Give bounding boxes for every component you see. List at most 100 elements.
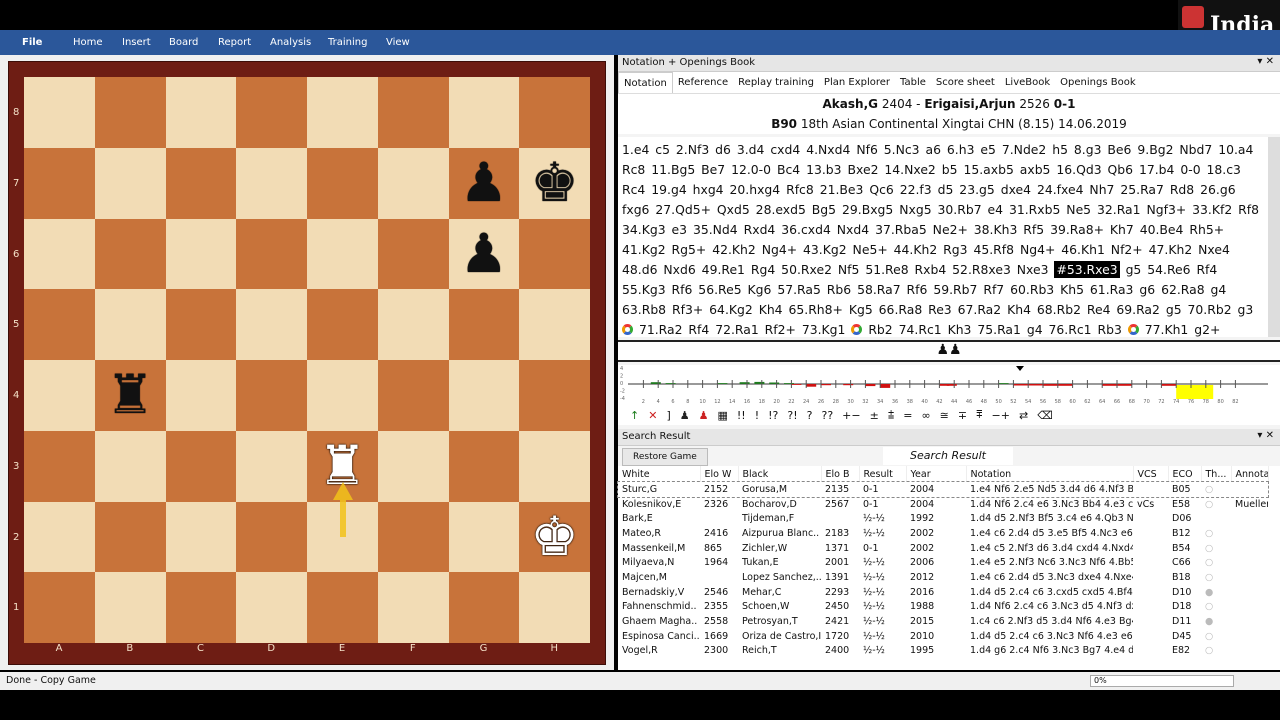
square-g7[interactable]: ♟: [448, 147, 520, 219]
annotation-symbol-button[interactable]: ∞: [921, 409, 930, 422]
square-c2[interactable]: [165, 501, 237, 573]
table-row[interactable]: Sturc,G 2152 Gorusa,M 2135 0-1 2004 1.e4 Nf6 2…: [617, 481, 1269, 498]
column-header[interactable]: Notation: [966, 466, 1134, 482]
column-header[interactable]: Black: [738, 466, 822, 482]
annotation-symbol-button[interactable]: ]: [666, 409, 670, 422]
menu-analysis[interactable]: Analysis: [270, 37, 311, 48]
square-h7[interactable]: ♚: [519, 147, 590, 219]
square-c5[interactable]: [165, 289, 237, 360]
white-king-icon[interactable]: ♚: [530, 509, 578, 564]
square-f4[interactable]: [377, 360, 449, 431]
square-d5[interactable]: [236, 289, 307, 360]
square-a3[interactable]: [24, 430, 95, 502]
table-row[interactable]: Majcen,M Lopez Sanchez,.. 1391 ½-½ 2012 1.e4 …: [618, 570, 1268, 585]
square-e7[interactable]: [307, 147, 378, 219]
annotation-symbol-button[interactable]: ⇄: [1019, 409, 1028, 422]
square-e4[interactable]: [307, 360, 378, 431]
annotation-symbol-button[interactable]: ?!: [787, 409, 797, 422]
square-h3[interactable]: [519, 430, 590, 502]
square-a4[interactable]: [24, 360, 95, 431]
square-d4[interactable]: [236, 360, 307, 431]
square-h5[interactable]: [519, 289, 590, 360]
square-f3[interactable]: [377, 430, 449, 502]
move-text[interactable]: 1.e4 c5 2.Nf3 d6 3.d4 cxd4 4.Nxd4 Nf6 5.…: [622, 142, 1259, 277]
table-row[interactable]: Bark,E Tijdeman,F ½-½ 1992 1.d4 d5 2.Nf3 Bf5…: [618, 511, 1268, 526]
black-pawn-icon[interactable]: ♟: [460, 226, 508, 281]
square-g6[interactable]: ♟: [448, 218, 520, 290]
table-row[interactable]: Mateo,R 2416 Aizpurua Blanc.. 2183 ½-½ 2002 1.…: [618, 526, 1268, 541]
square-e8[interactable]: [307, 77, 378, 148]
tab-score-sheet[interactable]: Score sheet: [931, 72, 1000, 93]
move-text[interactable]: Rb2 74.Rc1 Kh3 75.Ra1 g4 76.Rc1 Rb3: [868, 322, 1122, 337]
annotation-symbol-button[interactable]: ⌫: [1037, 409, 1053, 422]
square-a1[interactable]: [24, 572, 95, 643]
table-row[interactable]: Kolesnikov,E 2326 Bocharov,D 2567 0-1 2004 1.d…: [618, 497, 1268, 512]
menu-file[interactable]: File: [22, 37, 42, 48]
square-e1[interactable]: [307, 572, 378, 643]
column-header[interactable]: Th...: [1201, 466, 1232, 482]
annotation-symbol-button[interactable]: ∓: [958, 409, 967, 422]
square-c6[interactable]: [165, 218, 237, 290]
square-a5[interactable]: [24, 289, 95, 360]
annotation-circle-icon[interactable]: [622, 324, 633, 335]
menu-view[interactable]: View: [386, 37, 410, 48]
square-h2[interactable]: ♚: [519, 501, 590, 573]
square-b5[interactable]: [94, 289, 166, 360]
square-g2[interactable]: [448, 501, 520, 573]
square-f1[interactable]: [377, 572, 449, 643]
square-d7[interactable]: [236, 147, 307, 219]
annotation-symbol-button[interactable]: +−: [842, 409, 860, 422]
tab-livebook[interactable]: LiveBook: [1000, 72, 1055, 93]
square-g4[interactable]: [448, 360, 520, 431]
table-row[interactable]: Milyaeva,N 1964 Tukan,E 2001 ½-½ 2006 1.e4 e5 …: [618, 555, 1268, 570]
column-header[interactable]: Result: [859, 466, 907, 482]
annotation-symbol-button[interactable]: ♟: [699, 409, 709, 422]
square-d3[interactable]: [236, 430, 307, 502]
column-header[interactable]: ECO: [1168, 466, 1202, 482]
square-b3[interactable]: [94, 430, 166, 502]
square-b6[interactable]: [94, 218, 166, 290]
menu-training[interactable]: Training: [328, 37, 367, 48]
tab-plan-explorer[interactable]: Plan Explorer: [819, 72, 895, 93]
evaluation-graph[interactable]: 2 4 6 8 10 12 14 16 18 20 22 24 26 28 30 32 34 36 38 40 42 44…: [618, 365, 1280, 405]
table-row[interactable]: Fahnenschmid.. 2355 Schoen,W 2450 ½-½ 1988 1.d…: [618, 600, 1268, 615]
square-c8[interactable]: [165, 77, 237, 148]
annotation-symbol-button[interactable]: ⩱: [976, 408, 982, 422]
square-c3[interactable]: [165, 430, 237, 502]
restore-game-button[interactable]: Restore Game: [622, 448, 708, 466]
square-f7[interactable]: [377, 147, 449, 219]
square-c1[interactable]: [165, 572, 237, 643]
annotation-symbol-button[interactable]: !!: [737, 409, 746, 422]
square-h1[interactable]: [519, 572, 590, 643]
annotation-symbol-button[interactable]: ?: [807, 409, 813, 422]
square-e5[interactable]: [307, 289, 378, 360]
table-row[interactable]: Vogel,R 2300 Reich,T 2400 ½-½ 1995 1.d4 g6 2.c…: [618, 644, 1268, 659]
square-f6[interactable]: [377, 218, 449, 290]
tab-table[interactable]: Table: [895, 72, 931, 93]
annotation-symbol-button[interactable]: ↑: [630, 409, 639, 422]
square-f8[interactable]: [377, 77, 449, 148]
column-header[interactable]: Annotato: [1231, 466, 1269, 482]
column-header[interactable]: Elo B: [821, 466, 860, 482]
annotation-symbol-button[interactable]: ±: [870, 409, 879, 422]
annotation-symbol-button[interactable]: ≅: [940, 409, 949, 422]
annotation-symbol-button[interactable]: =: [903, 409, 912, 422]
square-b7[interactable]: [94, 147, 166, 219]
square-d6[interactable]: [236, 218, 307, 290]
square-d8[interactable]: [236, 77, 307, 148]
annotation-symbol-button[interactable]: ▦: [717, 409, 727, 422]
annotation-symbol-button[interactable]: ⩲: [888, 408, 894, 422]
square-h4[interactable]: [519, 360, 590, 431]
tab-notation[interactable]: Notation: [618, 72, 673, 93]
square-b8[interactable]: [94, 77, 166, 148]
menu-insert[interactable]: Insert: [122, 37, 151, 48]
square-g3[interactable]: [448, 430, 520, 502]
tab-openings-book[interactable]: Openings Book: [1055, 72, 1140, 93]
column-header[interactable]: Elo W: [700, 466, 739, 482]
column-header[interactable]: Year: [906, 466, 967, 482]
square-c4[interactable]: [165, 360, 237, 431]
square-c7[interactable]: [165, 147, 237, 219]
square-g1[interactable]: [448, 572, 520, 643]
menu-home[interactable]: Home: [73, 37, 103, 48]
move-text[interactable]: 71.Ra2 Rf4 72.Ra1 Rf2+ 73.Kg1: [639, 322, 845, 337]
